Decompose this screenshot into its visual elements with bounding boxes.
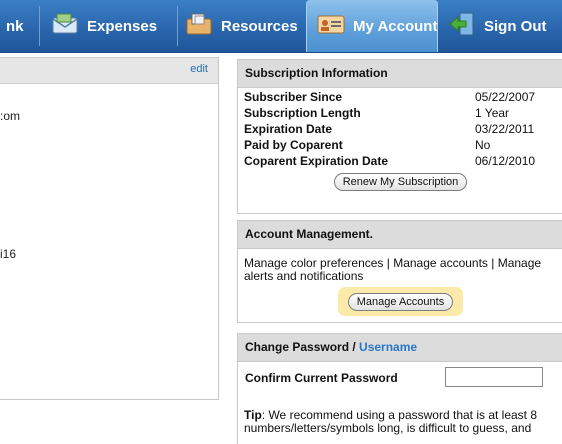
exit-door-icon: [448, 11, 476, 41]
row-value: 1 Year: [475, 106, 510, 120]
subscription-length-row: Subscription Length 1 Year: [238, 106, 562, 122]
email-value-fragment: :om: [0, 109, 21, 123]
row-value: No: [475, 138, 491, 152]
change-password-title: Change Password / Username: [238, 334, 562, 362]
folder-documents-icon: [185, 12, 213, 40]
row-label: Paid by Coparent: [244, 138, 343, 152]
manage-accounts-wrap: Manage Accounts: [238, 287, 562, 316]
nav-item-partial-label: nk: [6, 17, 24, 35]
confirm-password-row: Confirm Current Password: [238, 362, 562, 392]
account-management-panel: Account Management. Manage color prefere…: [237, 220, 562, 323]
top-navigation-bar: nk Expenses Resources My Account Sign Ou…: [0, 0, 562, 53]
nav-divider: [177, 6, 178, 46]
account-management-title: Account Management.: [238, 221, 562, 249]
nav-item-resources[interactable]: Resources: [185, 0, 298, 52]
expiration-date-row: Expiration Date 03/22/2011: [238, 122, 562, 138]
coparent-expiration-row: Coparent Expiration Date 06/12/2010: [238, 154, 562, 170]
id-card-icon: [317, 13, 345, 39]
nav-item-my-account-label: My Account: [353, 17, 438, 35]
row-label: Coparent Expiration Date: [244, 154, 389, 168]
change-password-panel: Change Password / Username Confirm Curre…: [237, 333, 562, 444]
nav-item-resources-label: Resources: [221, 17, 298, 35]
nav-item-sign-out-label: Sign Out: [484, 17, 547, 35]
nav-divider: [39, 6, 40, 46]
row-value: 06/12/2010: [475, 154, 536, 168]
nav-item-partial[interactable]: nk: [6, 0, 24, 52]
row-value: 03/22/2011: [475, 122, 535, 136]
nav-item-my-account[interactable]: My Account: [306, 0, 438, 52]
edit-link[interactable]: edit: [190, 63, 208, 75]
row-label: Subscription Length: [244, 106, 361, 120]
manage-accounts-highlight: Manage Accounts: [337, 287, 464, 316]
account-management-description: Manage color preferences | Manage accoun…: [244, 256, 542, 283]
renew-subscription-button[interactable]: Renew My Subscription: [333, 173, 468, 191]
nav-item-expenses-label: Expenses: [87, 17, 158, 35]
tip-label: Tip: [244, 408, 262, 422]
change-password-title-text: Change Password /: [245, 340, 356, 354]
nav-item-expenses[interactable]: Expenses: [51, 0, 157, 52]
phone-value-fragment: i16: [0, 247, 17, 261]
tip-text: : We recommend using a password that is …: [244, 408, 538, 435]
manage-accounts-button[interactable]: Manage Accounts: [347, 293, 454, 311]
subscription-panel-title: Subscription Information: [238, 60, 562, 88]
row-value: 05/22/2007: [475, 90, 536, 104]
profile-panel-header: edit: [0, 58, 218, 84]
username-link[interactable]: Username: [359, 340, 417, 354]
nav-item-sign-out[interactable]: Sign Out: [448, 0, 547, 52]
renew-button-wrap: Renew My Subscription: [238, 172, 562, 191]
row-label: Subscriber Since: [244, 90, 343, 104]
profile-panel: edit :om i16: [0, 57, 219, 400]
row-label: Expiration Date: [244, 122, 333, 136]
paid-by-coparent-row: Paid by Coparent No: [238, 138, 562, 154]
password-tip: Tip: We recommend using a password that …: [238, 409, 562, 435]
confirm-password-label: Confirm Current Password: [245, 371, 398, 385]
confirm-password-input[interactable]: [445, 367, 543, 387]
envelope-money-icon: [51, 12, 79, 40]
subscriber-since-row: Subscriber Since 05/22/2007: [238, 90, 562, 106]
subscription-panel: Subscription Information Subscriber Sinc…: [237, 59, 562, 214]
